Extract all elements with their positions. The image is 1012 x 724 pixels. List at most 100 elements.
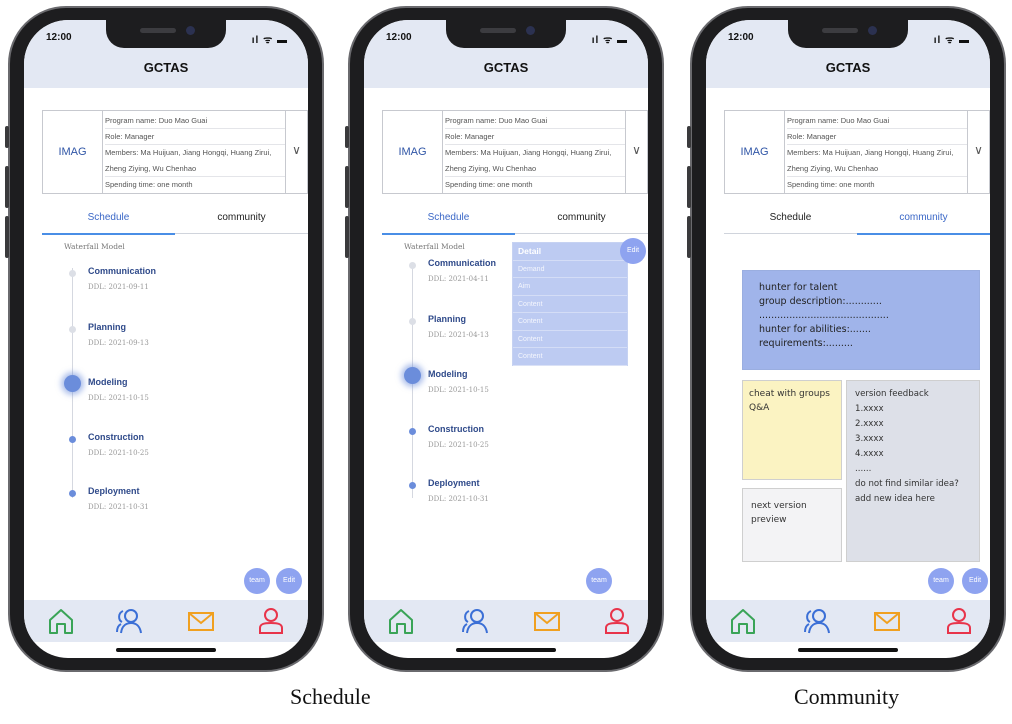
tab-schedule[interactable]: Schedule	[724, 208, 857, 234]
tab-community[interactable]: community	[175, 208, 308, 234]
stage-dot	[69, 436, 76, 443]
stage-modeling[interactable]: Modeling DDL: 2021-10-15	[64, 375, 264, 411]
tab-community[interactable]: community	[857, 208, 990, 235]
edit-button[interactable]: Edit	[276, 568, 302, 594]
program-image: IMAG	[725, 111, 785, 193]
mail-icon[interactable]	[532, 606, 562, 636]
program-info: Program name: Duo Mao Guai Role: Manager…	[445, 113, 625, 193]
stage-dot	[409, 318, 416, 325]
detail-item[interactable]: Demand	[513, 261, 627, 278]
team-button[interactable]: team	[244, 568, 270, 594]
stage-ddl: DDL: 2021-10-15	[88, 394, 149, 402]
program-card[interactable]: IMAG Program name: Duo Mao Guai Role: Ma…	[724, 110, 990, 194]
stage-name: Modeling	[88, 377, 128, 387]
program-spending: Spending time: one month	[105, 180, 193, 189]
stage-ddl: DDL: 2021-10-25	[428, 441, 489, 449]
program-name: Program name: Duo Mao Guai	[445, 113, 625, 129]
detail-item[interactable]: Content	[513, 348, 627, 366]
stage-modeling[interactable]: Modeling DDL: 2021-10-15	[404, 367, 604, 403]
status-indicators: ıl ᯤ ▬	[251, 35, 288, 46]
caption-schedule: Schedule	[290, 684, 371, 709]
edit-button[interactable]: Edit	[620, 238, 646, 264]
profile-icon[interactable]	[256, 606, 286, 636]
users-icon[interactable]	[114, 606, 144, 636]
home-icon[interactable]	[386, 606, 416, 636]
stage-dot	[69, 326, 76, 333]
home-indicator	[116, 648, 216, 652]
edit-button[interactable]: Edit	[962, 568, 988, 594]
talent-note[interactable]: hunter for talent group description:....…	[742, 270, 980, 370]
team-button[interactable]: team	[586, 568, 612, 594]
tab-schedule[interactable]: Schedule	[42, 208, 175, 235]
chevron-down-icon[interactable]: ∨	[625, 111, 647, 193]
stage-construction[interactable]: Construction DDL: 2021-10-25	[404, 424, 604, 458]
stage-name: Construction	[428, 424, 484, 434]
profile-icon[interactable]	[944, 606, 974, 636]
notch	[446, 20, 566, 48]
detail-popup[interactable]: Detail Demand Aim Content Content Conten…	[512, 242, 628, 366]
stage-ddl: DDL: 2021-10-31	[428, 495, 489, 503]
chevron-down-icon[interactable]: ∨	[967, 111, 989, 193]
stage-name: Communication	[88, 266, 157, 276]
note-line: next version	[751, 501, 807, 511]
feedback-note[interactable]: version feedback 1.xxxx 2.xxxx 3.xxxx 4.…	[846, 380, 980, 562]
program-card[interactable]: IMAG Program name: Duo Mao Guai Role: Ma…	[42, 110, 308, 194]
program-card[interactable]: IMAG Program name: Duo Mao Guai Role: Ma…	[382, 110, 648, 194]
users-icon[interactable]	[460, 606, 490, 636]
chevron-down-icon[interactable]: ∨	[285, 111, 307, 193]
status-time: 12:00	[386, 32, 412, 43]
app-title: GCTAS	[706, 54, 990, 88]
note-line: cheat with groups	[749, 389, 830, 399]
stage-name: Construction	[88, 432, 144, 442]
home-icon[interactable]	[728, 606, 758, 636]
tab-schedule[interactable]: Schedule	[382, 208, 515, 235]
program-name: Program name: Duo Mao Guai	[787, 113, 967, 129]
program-info: Program name: Duo Mao Guai Role: Manager…	[105, 113, 285, 193]
mail-icon[interactable]	[186, 606, 216, 636]
note-line: hunter for abilities:.......	[759, 324, 871, 335]
mail-icon[interactable]	[872, 606, 902, 636]
status-time: 12:00	[46, 32, 72, 43]
stage-planning[interactable]: Planning DDL: 2021-09-13	[64, 322, 264, 356]
stage-deployment[interactable]: Deployment DDL: 2021-10-31	[64, 486, 264, 520]
note-line: ......	[855, 464, 872, 474]
tab-bar: Schedule community	[382, 208, 648, 235]
program-info: Program name: Duo Mao Guai Role: Manager…	[787, 113, 967, 193]
stage-ddl: DDL: 2021-09-11	[88, 283, 149, 291]
users-icon[interactable]	[802, 606, 832, 636]
stage-dot-current	[404, 367, 421, 384]
stage-construction[interactable]: Construction DDL: 2021-10-25	[64, 432, 264, 466]
note-line: Q&A	[749, 403, 770, 413]
side-button	[687, 166, 691, 208]
stage-deployment[interactable]: Deployment DDL: 2021-10-31	[404, 478, 604, 512]
stage-name: Modeling	[428, 369, 468, 379]
status-indicators: ıl ᯤ ▬	[591, 35, 628, 46]
program-role: Role: Manager	[787, 129, 967, 145]
program-name: Program name: Duo Mao Guai	[105, 113, 285, 129]
team-button[interactable]: team	[928, 568, 954, 594]
home-icon[interactable]	[46, 606, 76, 636]
note-line: version feedback	[855, 389, 929, 399]
stage-dot	[409, 482, 416, 489]
program-spending: Spending time: one month	[787, 180, 875, 189]
cheat-note[interactable]: cheat with groups Q&A	[742, 380, 842, 480]
detail-item[interactable]: Content	[513, 313, 627, 331]
detail-item[interactable]: Content	[513, 296, 627, 313]
profile-icon[interactable]	[602, 606, 632, 636]
note-line: 4.xxxx	[855, 449, 884, 459]
detail-item[interactable]: Content	[513, 331, 627, 348]
side-button	[687, 126, 691, 148]
detail-item[interactable]: Aim	[513, 278, 627, 296]
stage-communication[interactable]: Communication DDL: 2021-09-11	[64, 266, 264, 300]
preview-note[interactable]: next version preview	[742, 488, 842, 562]
note-line: 2.xxxx	[855, 419, 884, 429]
note-line: 1.xxxx	[855, 404, 884, 414]
stage-dot-current	[64, 375, 81, 392]
program-role: Role: Manager	[105, 129, 285, 145]
program-members: Members: Ma Huijuan, Jiang Hongqi, Huang…	[105, 145, 285, 177]
program-image: IMAG	[383, 111, 443, 193]
stage-ddl: DDL: 2021-10-15	[428, 386, 489, 394]
stage-ddl: DDL: 2021-04-13	[428, 331, 489, 339]
stage-name: Deployment	[88, 486, 140, 496]
tab-community[interactable]: community	[515, 208, 648, 234]
